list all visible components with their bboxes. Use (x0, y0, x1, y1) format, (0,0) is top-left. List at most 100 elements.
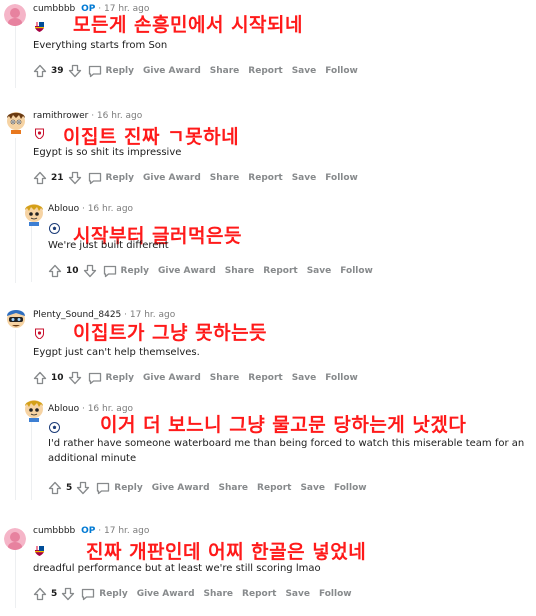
vote-score: 21 (51, 173, 64, 183)
reply-icon[interactable] (88, 172, 102, 185)
korean-translation: 이거 더 보느니 그냥 물고문 당하는게 낫겠다 (100, 414, 467, 436)
comment-actions: 5 Reply Give Award Share Report Save Fol… (48, 480, 367, 496)
liverpool-flair-icon (34, 124, 45, 140)
save-button[interactable]: Save (307, 266, 332, 276)
korean-translation: 모든게 손흥민에서 시작되네 (73, 14, 303, 36)
reply-button[interactable]: Reply (114, 483, 142, 493)
barcelona-flair-icon (34, 541, 45, 556)
give-award-button[interactable]: Give Award (143, 66, 201, 76)
reply-icon[interactable] (103, 265, 117, 278)
upvote-icon[interactable] (33, 371, 47, 385)
username[interactable]: Ablouo (48, 204, 79, 214)
share-button[interactable]: Share (225, 266, 255, 276)
reply-button[interactable]: Reply (106, 373, 134, 383)
follow-button[interactable]: Follow (319, 589, 352, 599)
give-award-button[interactable]: Give Award (137, 589, 195, 599)
comment-text: dreadful performance but at least we're … (33, 563, 321, 574)
downvote-icon[interactable] (83, 264, 97, 278)
thread-line[interactable] (31, 222, 32, 282)
comment-meta: ramithrower · 16 hr. ago (33, 111, 142, 121)
follow-button[interactable]: Follow (334, 483, 367, 493)
reply-button[interactable]: Reply (106, 173, 134, 183)
username[interactable]: cumbbbb (33, 4, 75, 14)
comment-text-line: additional minute (48, 453, 137, 464)
comment-meta: Ablouo · 16 hr. ago (48, 204, 133, 214)
save-button[interactable]: Save (292, 173, 317, 183)
thread-line[interactable] (15, 138, 16, 283)
comment-text: Everything starts from Son (33, 40, 168, 51)
upvote-icon[interactable] (33, 64, 47, 78)
upvote-icon[interactable] (48, 264, 62, 278)
user-avatar[interactable] (4, 528, 26, 550)
follow-button[interactable]: Follow (325, 173, 358, 183)
timestamp[interactable]: · 16 hr. ago (82, 204, 133, 214)
reply-icon[interactable] (81, 588, 95, 601)
thread-line[interactable] (15, 26, 16, 88)
user-avatar[interactable] (4, 305, 28, 333)
timestamp[interactable]: · 16 hr. ago (91, 111, 142, 121)
comment-text: Egypt is so shit its impressive (33, 147, 182, 158)
username[interactable]: cumbbbb (33, 526, 75, 536)
vote-score: 10 (66, 266, 79, 276)
user-avatar[interactable] (22, 200, 46, 226)
report-button[interactable]: Report (257, 483, 291, 493)
report-button[interactable]: Report (263, 266, 297, 276)
korean-translation: 진짜 개판인데 어찌 한골은 넣었네 (86, 541, 367, 563)
timestamp[interactable]: · 17 hr. ago (98, 526, 149, 536)
user-avatar[interactable] (4, 108, 28, 134)
user-avatar[interactable] (4, 4, 26, 26)
downvote-icon[interactable] (68, 64, 82, 78)
user-avatar[interactable] (22, 396, 46, 422)
follow-button[interactable]: Follow (325, 66, 358, 76)
share-button[interactable]: Share (210, 173, 240, 183)
save-button[interactable]: Save (300, 483, 325, 493)
reply-icon[interactable] (96, 482, 110, 495)
reply-button[interactable]: Reply (106, 66, 134, 76)
save-button[interactable]: Save (292, 66, 317, 76)
upvote-icon[interactable] (33, 171, 47, 185)
reply-button[interactable]: Reply (99, 589, 127, 599)
follow-button[interactable]: Follow (340, 266, 373, 276)
thread-line[interactable] (15, 548, 16, 608)
share-button[interactable]: Share (210, 66, 240, 76)
downvote-icon[interactable] (68, 171, 82, 185)
korean-translation: 이집트가 그냥 못하는듯 (73, 322, 268, 344)
comment-meta: cumbbbb OP · 17 hr. ago (33, 526, 149, 536)
share-button[interactable]: Share (219, 483, 249, 493)
vote-score: 5 (66, 483, 73, 493)
username[interactable]: Ablouo (48, 404, 79, 414)
share-button[interactable]: Share (204, 589, 234, 599)
report-button[interactable]: Report (248, 373, 282, 383)
follow-button[interactable]: Follow (325, 373, 358, 383)
vote-score: 10 (51, 373, 64, 383)
vote-score: 39 (51, 66, 64, 76)
op-badge: OP (81, 526, 96, 536)
liverpool-flair-icon (34, 324, 45, 340)
report-button[interactable]: Report (248, 173, 282, 183)
give-award-button[interactable]: Give Award (143, 373, 201, 383)
reply-icon[interactable] (88, 65, 102, 78)
upvote-icon[interactable] (33, 587, 47, 601)
give-award-button[interactable]: Give Award (143, 173, 201, 183)
give-award-button[interactable]: Give Award (152, 483, 210, 493)
downvote-icon[interactable] (76, 481, 90, 495)
share-button[interactable]: Share (210, 373, 240, 383)
comment-text: Eygpt just can't help themselves. (33, 347, 200, 358)
save-button[interactable]: Save (285, 589, 310, 599)
username[interactable]: ramithrower (33, 111, 88, 121)
give-award-button[interactable]: Give Award (158, 266, 216, 276)
thread-line[interactable] (31, 416, 32, 500)
reply-button[interactable]: Reply (121, 266, 149, 276)
report-button[interactable]: Report (248, 66, 282, 76)
save-button[interactable]: Save (292, 373, 317, 383)
upvote-icon[interactable] (48, 481, 62, 495)
downvote-icon[interactable] (61, 587, 75, 601)
report-button[interactable]: Report (242, 589, 276, 599)
thread-line[interactable] (15, 330, 16, 500)
downvote-icon[interactable] (68, 371, 82, 385)
comment-text: We're just built different (48, 240, 169, 251)
comment-actions: 10 Reply Give Award Share Report Save Fo… (48, 263, 373, 279)
reply-icon[interactable] (88, 372, 102, 385)
comment-actions: 5 Reply Give Award Share Report Save Fol… (33, 586, 352, 602)
vote-score: 5 (51, 589, 58, 599)
